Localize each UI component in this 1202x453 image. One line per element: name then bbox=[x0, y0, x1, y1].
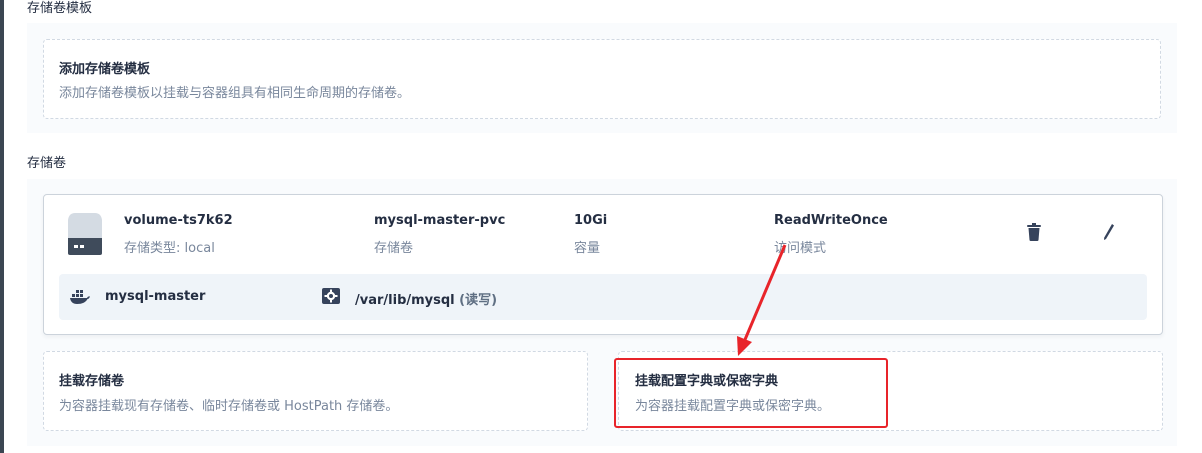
volume-pvc-label: 存储卷 bbox=[374, 241, 414, 256]
mount-mode: (读写) bbox=[459, 293, 498, 308]
mount-container-name: mysql-master bbox=[105, 289, 206, 304]
volume-access-mode: ReadWriteOnce bbox=[774, 213, 888, 228]
mount-path: /var/lib/mysql (读写) bbox=[355, 289, 497, 308]
template-section-title: 存储卷模板 bbox=[27, 1, 93, 16]
template-panel: 添加存储卷模板 添加存储卷模板以挂载与容器组具有相同生命周期的存储卷。 bbox=[27, 23, 1177, 133]
mount-config-title: 挂载配置字典或保密字典 bbox=[635, 374, 779, 389]
volume-access-mode-label: 访问模式 bbox=[774, 241, 827, 256]
mount-config-card[interactable]: 挂载配置字典或保密字典 为容器挂载配置字典或保密字典。 bbox=[618, 351, 1163, 431]
volume-type: 存储类型: local bbox=[124, 241, 215, 256]
mount-volume-title: 挂载存储卷 bbox=[59, 374, 125, 389]
pen-icon[interactable] bbox=[1099, 222, 1119, 242]
volume-card: volume-ts7k62 存储类型: local mysql-master-p… bbox=[43, 194, 1163, 335]
volume-capacity: 10Gi bbox=[574, 213, 608, 228]
mount-path-icon bbox=[322, 288, 340, 304]
left-edge-bar bbox=[0, 0, 4, 453]
mount-path-value: /var/lib/mysql bbox=[355, 293, 455, 308]
volume-name: volume-ts7k62 bbox=[124, 213, 233, 228]
trash-icon[interactable] bbox=[1024, 222, 1044, 242]
add-template-desc: 添加存储卷模板以挂载与容器组具有相同生命周期的存储卷。 bbox=[59, 86, 411, 101]
add-template-title: 添加存储卷模板 bbox=[59, 62, 151, 77]
mount-row: mysql-master /var/lib/mysql (读写) bbox=[59, 274, 1147, 320]
volume-capacity-label: 容量 bbox=[574, 241, 601, 256]
docker-icon bbox=[70, 290, 90, 304]
mount-volume-desc: 为容器挂载现有存储卷、临时存储卷或 HostPath 存储卷。 bbox=[59, 399, 399, 414]
volumes-section-title: 存储卷 bbox=[27, 156, 67, 171]
mount-config-desc: 为容器挂载配置字典或保密字典。 bbox=[635, 399, 831, 414]
add-template-card[interactable]: 添加存储卷模板 添加存储卷模板以挂载与容器组具有相同生命周期的存储卷。 bbox=[43, 39, 1161, 119]
mount-volume-card[interactable]: 挂载存储卷 为容器挂载现有存储卷、临时存储卷或 HostPath 存储卷。 bbox=[43, 351, 588, 431]
volume-pvc: mysql-master-pvc bbox=[374, 213, 506, 228]
disk-icon bbox=[68, 213, 102, 255]
